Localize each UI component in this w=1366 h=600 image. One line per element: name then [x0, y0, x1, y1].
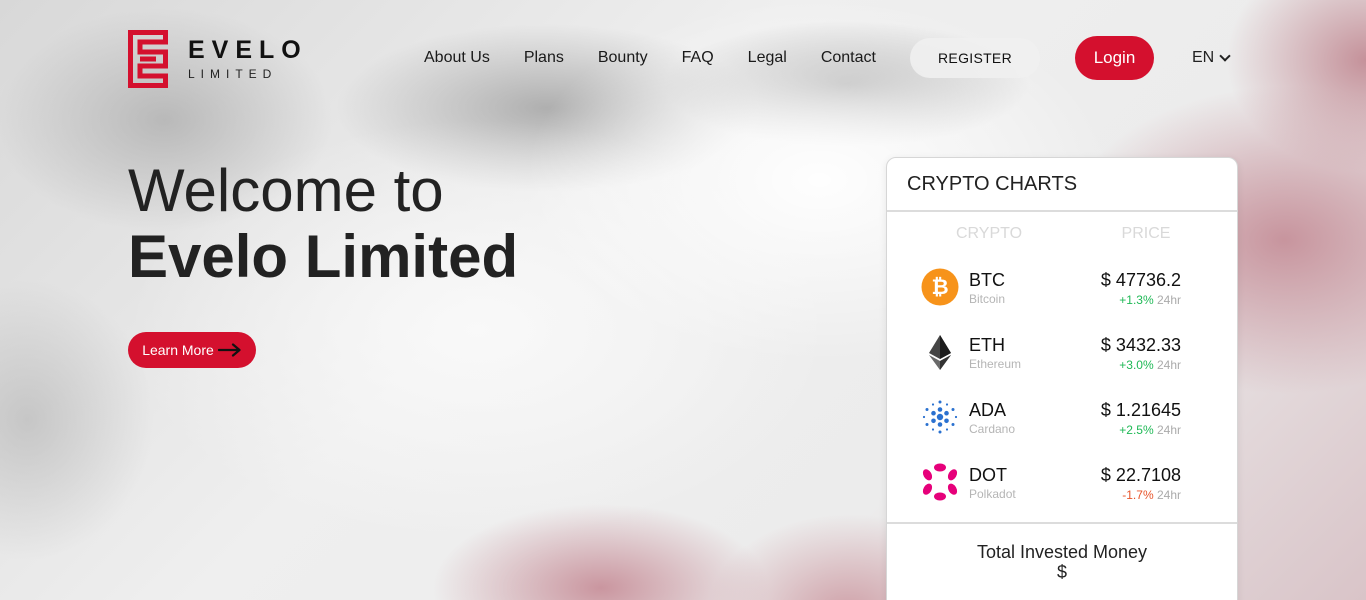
bitcoin-icon: ₿ — [921, 268, 959, 306]
crypto-charts-card: CRYPTO CHARTS CRYPTO PRICE ₿ BTC Bitcoin… — [886, 157, 1238, 600]
change-value: +1.3% — [1119, 293, 1154, 307]
coin-symbol: BTC — [969, 270, 1005, 290]
brand-logo[interactable]: EVELO LIMITED — [128, 30, 308, 88]
crypto-row-btc[interactable]: ₿ BTC Bitcoin $ 47736.2 +1.3% 24hr — [887, 256, 1237, 321]
nav-bounty[interactable]: Bounty — [598, 48, 648, 68]
total-invested: Total Invested Money $ — [887, 522, 1237, 582]
change-value: +2.5% — [1119, 423, 1154, 437]
arrow-right-icon — [217, 343, 241, 357]
learn-more-label: Learn More — [142, 342, 214, 358]
evelo-logo-icon — [128, 30, 168, 88]
total-invested-label: Total Invested Money — [976, 542, 1148, 562]
change-value: +3.0% — [1119, 358, 1154, 372]
language-label: EN — [1192, 49, 1215, 66]
crypto-row-eth[interactable]: ETH Ethereum $ 3432.33 +3.0% 24hr — [887, 321, 1237, 386]
crypto-row-dot[interactable]: DOT Polkadot $ 22.7108 -1.7% 24hr — [887, 451, 1237, 516]
nav-legal[interactable]: Legal — [748, 48, 787, 68]
column-price: PRICE — [1121, 225, 1171, 242]
coin-price: $ 47736.2 — [1100, 270, 1181, 290]
change-period: 24hr — [1156, 488, 1181, 502]
column-crypto: CRYPTO — [955, 225, 1023, 242]
total-invested-value: $ — [1056, 562, 1067, 582]
coin-change: +3.0% 24hr — [1119, 358, 1181, 372]
change-period: 24hr — [1156, 358, 1181, 372]
change-period: 24hr — [1156, 293, 1181, 307]
brand-subtitle: LIMITED — [188, 67, 278, 81]
register-button[interactable]: REGISTER — [910, 38, 1040, 78]
polkadot-icon — [922, 463, 958, 501]
hero-title: Welcome to Evelo Limited — [128, 158, 518, 290]
coin-symbol: DOT — [969, 465, 1007, 485]
coin-change: +1.3% 24hr — [1119, 293, 1181, 307]
svg-text:₿: ₿ — [931, 275, 948, 299]
coin-symbol: ETH — [969, 335, 1005, 355]
change-value: -1.7% — [1122, 488, 1154, 502]
coin-name: Cardano — [969, 422, 1016, 436]
login-button[interactable]: Login — [1075, 36, 1154, 80]
coin-name: Polkadot — [969, 487, 1016, 501]
crypto-row-ada[interactable]: ADA Cardano $ 1.21645 +2.5% 24hr — [887, 386, 1237, 451]
coin-change: +2.5% 24hr — [1119, 423, 1181, 437]
language-selector[interactable]: EN — [1192, 49, 1231, 67]
coin-symbol: ADA — [969, 400, 1007, 420]
ethereum-icon — [929, 335, 951, 370]
coin-change: -1.7% 24hr — [1122, 488, 1181, 502]
main-nav: About Us Plans Bounty FAQ Legal Contact — [424, 48, 910, 68]
cardano-icon — [922, 400, 958, 434]
hero-title-line1: Welcome to — [128, 157, 444, 224]
nav-about-us[interactable]: About Us — [424, 48, 490, 68]
learn-more-button[interactable]: Learn More — [128, 332, 256, 368]
coin-price: $ 22.7108 — [1100, 465, 1181, 485]
card-columns: CRYPTO PRICE — [887, 212, 1237, 256]
brand-name: EVELO — [188, 36, 308, 64]
hero-title-line2: Evelo Limited — [128, 223, 519, 290]
coin-name: Ethereum — [969, 357, 1022, 371]
nav-faq[interactable]: FAQ — [682, 48, 714, 68]
coin-price: $ 1.21645 — [1100, 400, 1181, 420]
card-title: CRYPTO CHARTS — [887, 158, 1237, 212]
coin-name: Bitcoin — [969, 292, 1006, 306]
nav-contact[interactable]: Contact — [821, 48, 876, 68]
chevron-down-icon — [1219, 50, 1231, 62]
change-period: 24hr — [1156, 423, 1181, 437]
coin-price: $ 3432.33 — [1100, 335, 1181, 355]
nav-plans[interactable]: Plans — [524, 48, 564, 68]
